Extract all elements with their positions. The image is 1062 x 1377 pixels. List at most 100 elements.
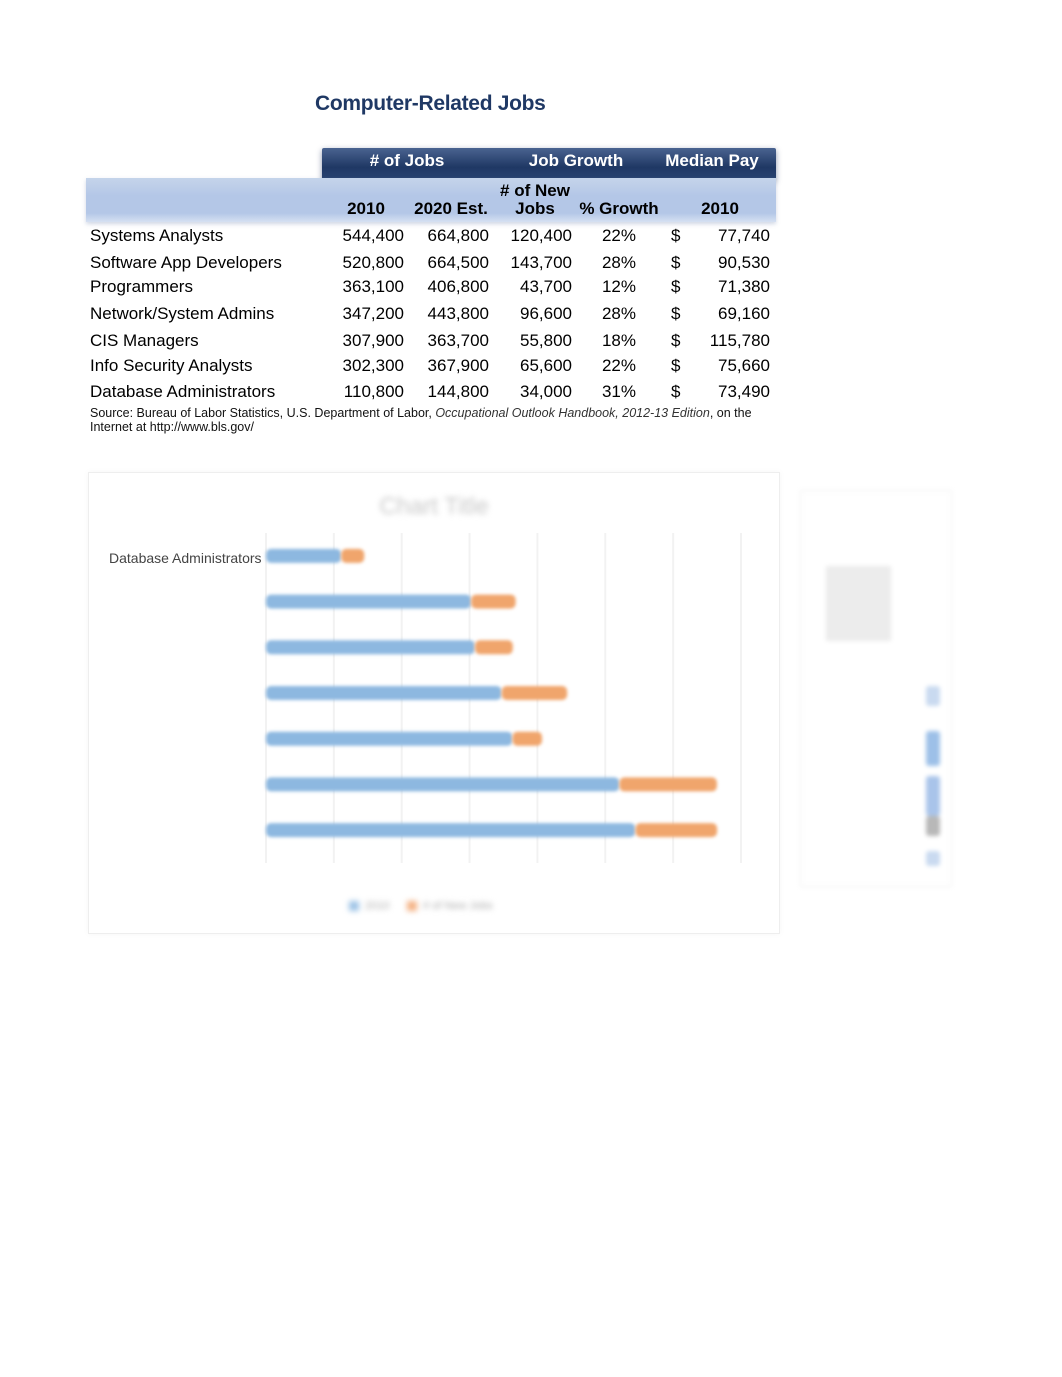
sub-header-pct-growth: % Growth	[579, 199, 659, 218]
sub-header-jobs-2010: 2010	[347, 199, 385, 218]
row-name: Software App Developers	[90, 253, 282, 272]
cell-currency: $	[671, 304, 681, 323]
sub-header-new-jobs-line2: Jobs	[515, 199, 555, 218]
cell-jobs-2010: 363,100	[342, 277, 404, 296]
row-name: Systems Analysts	[90, 226, 224, 245]
legend-swatch-2010	[349, 901, 359, 911]
table-row: Database Administrators 110,800 144,800 34,…	[86, 382, 776, 408]
cell-pct-growth: 28%	[601, 253, 636, 272]
bar-2010[interactable]	[266, 823, 636, 838]
cell-jobs-2020: 443,800	[427, 304, 489, 323]
cell-jobs-2020: 664,800	[427, 226, 489, 245]
cell-pct-growth: 22%	[601, 356, 636, 375]
table-row: Network/System Admins 347,200 443,800 96,60…	[86, 304, 776, 330]
cell-pct-growth: 22%	[601, 226, 636, 245]
cell-currency: $	[671, 356, 681, 375]
side-strip	[926, 776, 940, 816]
group-header-growth: Job Growth	[528, 151, 624, 170]
cell-currency: $	[671, 253, 681, 272]
table-row: Programmers 363,100 406,800 43,700 12% $71,38…	[86, 277, 776, 303]
cell-median-pay: 69,160	[718, 304, 770, 323]
jobs-chart[interactable]: Chart Title Database Administrators 2010…	[88, 472, 780, 934]
cell-new-jobs: 65,600	[520, 356, 572, 375]
table-group-header: # of Jobs Job Growth Median Pay	[322, 148, 776, 180]
cell-pct-growth: 31%	[601, 382, 636, 401]
cell-jobs-2010: 544,400	[342, 226, 404, 245]
sub-header-new-jobs: # of New Jobs	[494, 182, 576, 218]
bar-new-jobs[interactable]	[619, 777, 717, 792]
bar-new-jobs[interactable]	[512, 731, 543, 746]
cell-jobs-2020: 406,800	[427, 277, 489, 296]
table-row: Software App Developers 520,800 664,500 143…	[86, 253, 776, 279]
sub-header-new-jobs-line1: # of New	[500, 181, 570, 200]
cell-pct-growth: 18%	[601, 331, 636, 350]
row-name: Info Security Analysts	[90, 356, 253, 375]
table-row: Systems Analysts 544,400 664,800 120,400 22%…	[86, 226, 776, 252]
cell-pct-growth: 28%	[601, 304, 636, 323]
source-note: Source: Bureau of Labor Statistics, U.S.…	[90, 406, 770, 434]
cell-jobs-2010: 307,900	[342, 331, 404, 350]
side-strip	[926, 731, 940, 766]
side-strip	[926, 686, 940, 706]
cell-jobs-2010: 347,200	[342, 304, 404, 323]
cell-new-jobs: 120,400	[510, 226, 572, 245]
cell-jobs-2020: 664,500	[427, 253, 489, 272]
bar-new-jobs[interactable]	[341, 548, 365, 563]
bar-2010[interactable]	[266, 640, 475, 655]
bar-new-jobs[interactable]	[474, 640, 513, 655]
source-title: Occupational Outlook Handbook, 2012-13 E…	[435, 406, 710, 420]
cell-median-pay: 71,380	[718, 277, 770, 296]
bar-new-jobs[interactable]	[471, 594, 516, 609]
cell-jobs-2020: 367,900	[427, 356, 489, 375]
cell-new-jobs: 34,000	[520, 382, 572, 401]
group-header-jobs: # of Jobs	[369, 151, 445, 170]
row-name: CIS Managers	[90, 331, 199, 350]
side-strip	[926, 851, 940, 866]
table-row: Info Security Analysts 302,300 367,900 65,6…	[86, 356, 776, 382]
chart-plot	[265, 533, 742, 863]
bar-2010[interactable]	[266, 686, 502, 700]
cell-jobs-2010: 302,300	[342, 356, 404, 375]
bar-new-jobs[interactable]	[635, 823, 718, 838]
legend-swatch-new-jobs	[407, 901, 417, 911]
cell-median-pay: 90,530	[718, 253, 770, 272]
cell-jobs-2010: 520,800	[342, 253, 404, 272]
cell-median-pay: 115,780	[709, 331, 770, 350]
page-title: Computer-Related Jobs	[315, 92, 546, 115]
bar-2010[interactable]	[266, 548, 342, 563]
chart-legend: 2010 # of New Jobs	[349, 898, 509, 914]
legend-label-new-jobs: # of New Jobs	[423, 900, 493, 912]
cell-new-jobs: 143,700	[510, 253, 572, 272]
row-name: Programmers	[90, 277, 193, 296]
cell-jobs-2020: 144,800	[427, 382, 489, 401]
cell-pct-growth: 12%	[601, 277, 636, 296]
cell-median-pay: 75,660	[718, 356, 770, 375]
side-panel-block	[826, 566, 891, 641]
legend-label-2010: 2010	[365, 900, 390, 912]
sub-header-jobs-2020: 2020 Est.	[414, 199, 488, 218]
cell-currency: $	[671, 382, 681, 401]
cell-median-pay: 77,740	[718, 226, 770, 245]
cell-currency: $	[671, 226, 681, 245]
group-header-pay: Median Pay	[665, 151, 759, 170]
table-sub-header: 2010 2020 Est. # of New Jobs % Growth 20…	[86, 178, 776, 222]
cell-new-jobs: 96,600	[520, 304, 572, 323]
sub-header-pay-2010: 2010	[701, 199, 739, 218]
side-strip	[926, 816, 940, 836]
source-prefix: Source: Bureau of Labor Statistics, U.S.…	[90, 406, 436, 420]
bar-2010[interactable]	[266, 777, 620, 792]
table-row: CIS Managers 307,900 363,700 55,800 18% $115,…	[86, 331, 776, 357]
cell-jobs-2010: 110,800	[343, 382, 404, 401]
cell-currency: $	[671, 331, 681, 350]
cell-new-jobs: 55,800	[520, 331, 572, 350]
bar-2010[interactable]	[266, 731, 513, 746]
cell-currency: $	[671, 277, 681, 296]
bar-2010[interactable]	[266, 594, 472, 609]
cell-new-jobs: 43,700	[520, 277, 572, 296]
cell-median-pay: 73,490	[718, 382, 770, 401]
bar-new-jobs[interactable]	[501, 686, 568, 700]
row-name: Network/System Admins	[90, 304, 275, 323]
cell-jobs-2020: 363,700	[427, 331, 489, 350]
row-name: Database Administrators	[90, 382, 276, 401]
side-panel	[800, 490, 952, 887]
